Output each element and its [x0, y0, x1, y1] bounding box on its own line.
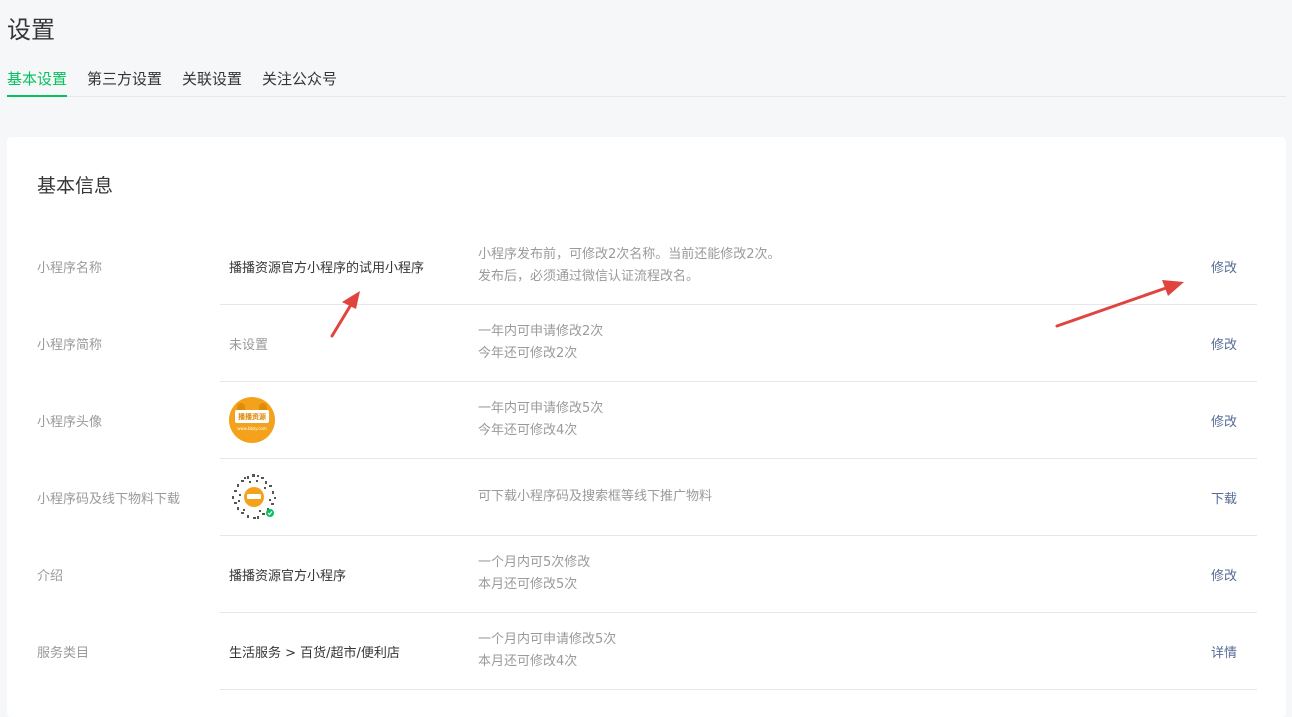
row-value: 播播资源官方小程序的试用小程序 [229, 260, 425, 276]
modify-introduction-link[interactable]: 修改 [1211, 536, 1237, 612]
service-category-details-link[interactable]: 详情 [1211, 613, 1237, 689]
modify-avatar-link[interactable]: 修改 [1211, 382, 1237, 458]
row-value: 播播资源 www.bbzy.com [229, 382, 275, 458]
row-mini-program-code: 小程序码及线下物料下载 可下载小程序码及搜索框等线下推广物料 下载 [7, 459, 1286, 536]
description-line: 发布后，必须通过微信认证流程改名。 [478, 269, 700, 284]
tab-related-settings[interactable]: 关联设置 [182, 68, 242, 97]
modify-name-link[interactable]: 修改 [1211, 228, 1237, 304]
row-value: 生活服务 > 百货/超市/便利店 [229, 645, 400, 661]
row-divider [220, 689, 1257, 690]
row-mini-program-short-name: 小程序简称 未设置 一年内可申请修改2次 今年还可修改2次 修改 [7, 305, 1286, 382]
description-line: 今年还可修改4次 [478, 423, 578, 438]
row-description: 一个月内可5次修改 本月还可修改5次 [478, 536, 590, 612]
basic-info-card: 基本信息 小程序名称 播播资源官方小程序的试用小程序 小程序发布前，可修改2次名… [7, 137, 1286, 717]
settings-tabs: 基本设置 第三方设置 关联设置 关注公众号 [7, 68, 1286, 97]
row-service-category: 服务类目 生活服务 > 百货/超市/便利店 一个月内可申请修改5次 本月还可修改… [7, 613, 1286, 690]
row-value [229, 459, 279, 535]
mini-program-code-icon [232, 474, 276, 519]
description-line: 一年内可申请修改2次 [478, 324, 604, 339]
page-title: 设置 [7, 16, 55, 44]
description-line: 小程序发布前，可修改2次名称。当前还能修改2次。 [478, 247, 781, 262]
row-description: 一年内可申请修改2次 今年还可修改2次 [478, 305, 603, 381]
row-label: 小程序头像 [37, 414, 103, 430]
modify-short-name-link[interactable]: 修改 [1211, 305, 1237, 381]
description-line: 今年还可修改2次 [478, 346, 578, 361]
row-value: 未设置 [229, 337, 269, 353]
row-description: 可下载小程序码及搜索框等线下推广物料 [478, 459, 712, 535]
row-label: 小程序码及线下物料下载 [37, 491, 181, 507]
avatar-logo-text: 播播资源 [235, 410, 269, 423]
tab-follow-official-account[interactable]: 关注公众号 [262, 68, 337, 97]
avatar-logo-url: www.bbzy.com [237, 426, 267, 431]
row-description: 一年内可申请修改5次 今年还可修改4次 [478, 382, 603, 458]
card-title: 基本信息 [37, 175, 114, 197]
row-label: 服务类目 [37, 645, 90, 661]
row-value: 播播资源官方小程序 [229, 568, 347, 584]
row-mini-program-name: 小程序名称 播播资源官方小程序的试用小程序 小程序发布前，可修改2次名称。当前还… [7, 228, 1286, 305]
description-line: 可下载小程序码及搜索框等线下推广物料 [478, 489, 713, 504]
tab-basic-settings[interactable]: 基本设置 [7, 68, 68, 97]
tab-third-party-settings[interactable]: 第三方设置 [87, 68, 162, 97]
row-description: 小程序发布前，可修改2次名称。当前还能修改2次。 发布后，必须通过微信认证流程改… [478, 228, 781, 304]
description-line: 本月还可修改5次 [478, 577, 578, 592]
mini-program-avatar-icon: 播播资源 www.bbzy.com [229, 397, 275, 443]
row-label: 介绍 [37, 568, 64, 584]
description-line: 一个月内可5次修改 [478, 555, 591, 570]
download-code-link[interactable]: 下载 [1211, 459, 1237, 535]
row-introduction: 介绍 播播资源官方小程序 一个月内可5次修改 本月还可修改5次 修改 [7, 536, 1286, 613]
info-list: 小程序名称 播播资源官方小程序的试用小程序 小程序发布前，可修改2次名称。当前还… [7, 228, 1286, 690]
row-mini-program-avatar: 小程序头像 播播资源 www.bbzy.com 一年内可申请修改5次 今年还可修… [7, 382, 1286, 459]
description-line: 一年内可申请修改5次 [478, 401, 604, 416]
description-line: 本月还可修改4次 [478, 654, 578, 669]
row-label: 小程序简称 [37, 337, 103, 353]
description-line: 一个月内可申请修改5次 [478, 632, 617, 647]
row-label: 小程序名称 [37, 260, 103, 276]
row-description: 一个月内可申请修改5次 本月还可修改4次 [478, 613, 616, 689]
